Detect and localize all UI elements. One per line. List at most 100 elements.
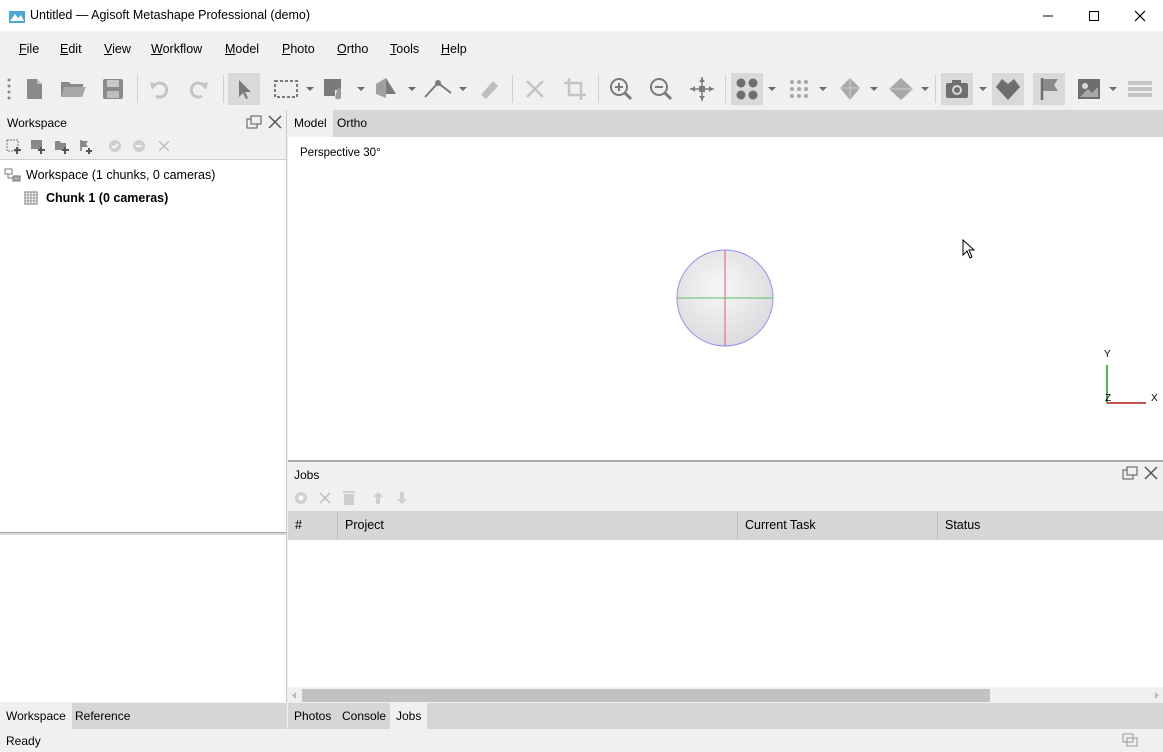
jobs-pane-header: Jobs [288,462,1163,486]
ruler-button[interactable] [473,73,505,105]
zoom-in-button[interactable] [605,73,637,105]
dropdown-arrow-icon[interactable] [870,87,878,91]
add-chunk-icon[interactable] [6,139,22,154]
paint-selection-button[interactable] [370,73,402,105]
column-header-current-task[interactable]: Current Task [738,511,938,540]
show-points-icon [736,78,758,100]
column-header-status[interactable]: Status [938,511,1163,540]
column-label: Project [345,518,384,532]
tab-workspace[interactable]: Workspace [0,703,72,729]
dropdown-arrow-icon[interactable] [1109,87,1117,91]
delete-selection-button[interactable] [519,73,551,105]
scroll-right-icon[interactable] [1153,691,1161,700]
show-images-button[interactable] [1073,73,1105,105]
axis-x-label: X [1151,393,1158,404]
maximize-button[interactable] [1071,0,1117,31]
menu-ortho[interactable]: Ortho [337,42,368,56]
navigation-tool-button[interactable] [228,73,260,105]
show-images-icon [1078,79,1100,99]
menu-model[interactable]: Model [225,42,259,56]
tab-ortho[interactable]: Ortho [331,110,373,137]
tab-jobs[interactable]: Jobs [390,703,428,729]
dropdown-arrow-icon[interactable] [357,87,365,91]
trackball-icon [676,249,774,347]
dropdown-arrow-icon[interactable] [979,87,987,91]
open-project-button[interactable] [57,73,89,105]
model-viewport[interactable]: Perspective 30° Y Z X [288,137,1163,460]
dropdown-arrow-icon[interactable] [306,87,314,91]
menu-photo[interactable]: Photo [282,42,315,56]
dropdown-arrow-icon[interactable] [768,87,776,91]
tab-model[interactable]: Model [288,110,333,137]
menu-file[interactable]: File [19,42,39,56]
tab-photos[interactable]: Photos [288,703,337,729]
crop-selection-button[interactable] [559,73,591,105]
jobs-toolbar [288,486,1163,511]
tree-item-chunk[interactable]: Chunk 1 (0 cameras) [24,188,284,210]
menu-help[interactable]: Help [441,42,467,56]
show-cameras-button[interactable] [941,73,973,105]
axis-gizmo-icon: Y Z X [1104,349,1158,404]
draw-polyline-button[interactable] [422,73,454,105]
save-project-button[interactable] [97,73,129,105]
close-pane-icon[interactable] [268,115,282,129]
redo-button[interactable] [183,73,215,105]
tab-ortho-label: Ortho [337,116,368,130]
toolbar-separator [137,75,138,103]
mouse-cursor-icon [962,239,976,259]
add-photos-icon[interactable] [30,139,46,154]
workspace-pane-toolbar [0,134,286,160]
column-header-number[interactable]: # [288,511,338,540]
show-markers-button[interactable] [1033,73,1065,105]
draw-shape-button[interactable] [320,73,352,105]
network-status-icon [1122,733,1138,747]
close-pane-icon[interactable] [1144,466,1158,480]
horizontal-scrollbar[interactable] [288,687,1163,704]
remove-items-icon[interactable] [157,139,171,153]
zoom-out-button[interactable] [645,73,677,105]
menu-view[interactable]: View [104,42,131,56]
menu-workflow[interactable]: Workflow [151,42,202,56]
add-marker-icon[interactable] [78,139,94,154]
new-project-button[interactable] [18,73,50,105]
show-mesh-button[interactable] [834,73,866,105]
dropdown-arrow-icon[interactable] [459,87,467,91]
dropdown-arrow-icon[interactable] [819,87,827,91]
add-folder-icon[interactable] [54,139,70,154]
tree-item-workspace[interactable]: Workspace (1 chunks, 0 cameras) [4,165,284,187]
menu-tools[interactable]: Tools [390,42,419,56]
show-points-button[interactable] [731,73,763,105]
workspace-icon [4,168,21,182]
scroll-left-icon[interactable] [290,691,298,700]
select-arrow-icon [239,80,251,99]
dropdown-arrow-icon[interactable] [408,87,416,91]
show-layers-button[interactable] [1124,73,1156,105]
tab-console[interactable]: Console [336,703,392,729]
move-down-icon[interactable] [396,491,408,505]
dropdown-arrow-icon[interactable] [921,87,929,91]
pane-splitter[interactable] [0,532,286,535]
scrollbar-thumb[interactable] [302,689,990,702]
menu-edit[interactable]: Edit [60,42,82,56]
tab-reference[interactable]: Reference [69,703,136,729]
reset-view-button[interactable] [686,73,718,105]
float-pane-icon[interactable] [1122,466,1138,480]
undo-button[interactable] [143,73,175,105]
start-job-icon[interactable] [294,491,308,505]
cancel-job-icon[interactable] [318,491,332,505]
show-shapes-button[interactable] [992,73,1024,105]
minimize-button[interactable] [1025,0,1071,31]
move-up-icon[interactable] [372,491,384,505]
enable-icon[interactable] [108,139,122,153]
show-dense-cloud-button[interactable] [783,73,815,105]
show-tiled-model-button[interactable] [885,73,917,105]
close-window-button[interactable] [1117,0,1163,31]
disable-icon[interactable] [132,139,146,153]
tab-label: Photos [294,709,332,723]
view-tabs: Model Ortho [288,110,1163,137]
show-mesh-icon [840,78,860,100]
column-header-project[interactable]: Project [338,511,738,540]
rectangle-selection-button[interactable] [270,73,302,105]
float-pane-icon[interactable] [246,115,262,129]
delete-job-icon[interactable] [342,490,356,506]
